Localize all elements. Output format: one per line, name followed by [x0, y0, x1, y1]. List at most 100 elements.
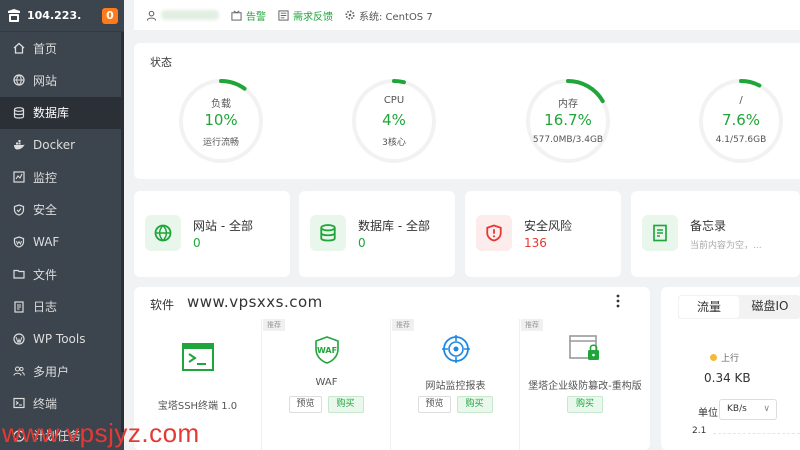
top-bar: 告警 需求反馈 系统: CentOS 7: [134, 0, 800, 30]
sidebar-item-1[interactable]: 网站: [0, 64, 124, 96]
gauge-value: 16.7%: [544, 111, 592, 129]
username-redacted: [161, 10, 219, 20]
software-title: 软件: [150, 298, 175, 312]
buy-button[interactable]: 购买: [456, 396, 493, 413]
gauge-value: 4%: [382, 111, 406, 129]
database-icon: [13, 106, 25, 119]
status-gauge-1[interactable]: CPU 4% 3核心: [349, 76, 439, 166]
recommend-tag: 推荐: [521, 319, 543, 331]
tab-traffic[interactable]: 流量: [679, 296, 739, 318]
upload-legend: 上行: [710, 351, 739, 364]
summary-card-3[interactable]: 备忘录 当前内容为空，...: [631, 191, 800, 277]
waf-icon: WAF: [263, 335, 390, 365]
user-icon: [146, 10, 157, 21]
tamper-proof-icon: [521, 335, 649, 363]
docker-icon: [13, 139, 25, 151]
software-name: 堡塔企业级防篡改-重构版: [528, 381, 642, 392]
software-watermark: www.vpsxxs.com: [187, 293, 323, 311]
recommend-tag: 推荐: [263, 319, 285, 331]
buy-button[interactable]: 购买: [566, 396, 603, 413]
sidebar-item-label: 终端: [33, 396, 58, 411]
alert-label: 告警: [246, 11, 266, 23]
card-value: 0: [358, 236, 366, 250]
status-panel: 状态 负载 10% 运行流畅 CPU 4% 3核心 内存 16.7% 577.0…: [134, 43, 800, 179]
feedback-icon: [278, 9, 289, 21]
home-icon: [13, 42, 25, 54]
sidebar-item-10[interactable]: 多用户: [0, 355, 124, 387]
sidebar-menu: 首页 网站 数据库 Docker 监控 安全 WAF 文件 日志 WP Tools 多用户 终端 计划任…: [0, 32, 124, 450]
sidebar-item-label: Docker: [33, 138, 76, 153]
sidebar: 104.223. 0 首页网站数据库 Docker 监控安全 WAF 文件日志 WP To…: [0, 0, 124, 450]
software-name: 宝塔SSH终端 1.0: [157, 401, 238, 412]
wordpress-icon: [13, 333, 25, 345]
sidebar-header: 104.223. 0: [0, 0, 124, 32]
sidebar-item-2[interactable]: 数据库: [0, 96, 124, 129]
more-menu-icon[interactable]: [616, 294, 620, 308]
feedback-label: 需求反馈: [293, 11, 333, 23]
user-info[interactable]: [146, 10, 219, 21]
software-actions: 预览 购买: [392, 396, 519, 413]
card-title: 备忘录: [690, 219, 727, 233]
sidebar-item-label: 网站: [33, 73, 58, 88]
status-gauge-0[interactable]: 负载 10% 运行流畅: [176, 76, 266, 166]
sidebar-item-8[interactable]: 日志: [0, 290, 124, 322]
database-icon: [310, 215, 346, 251]
feedback-link[interactable]: 需求反馈: [278, 8, 333, 23]
status-gauge-2[interactable]: 内存 16.7% 577.0MB/3.4GB: [523, 76, 613, 166]
sidebar-item-4[interactable]: 监控: [0, 161, 124, 193]
shield-icon: [13, 203, 25, 216]
upload-value: 0.34 KB: [704, 371, 751, 385]
sidebar-item-9[interactable]: WP Tools: [0, 323, 124, 355]
upload-label: 上行: [721, 354, 740, 364]
gauge-sub: 运行流畅: [202, 138, 239, 148]
chevron-down-icon: ∨: [763, 404, 770, 414]
preview-button[interactable]: 预览: [289, 396, 322, 413]
unit-select[interactable]: KB/s ∨: [719, 399, 777, 420]
shield-alert-icon: [476, 215, 512, 251]
sidebar-item-3[interactable]: Docker: [0, 129, 124, 161]
gauge-sub: 577.0MB/3.4GB: [532, 135, 604, 145]
software-item-2[interactable]: 推荐网站监控报表预览 购买: [392, 319, 520, 450]
summary-card-0[interactable]: 网站 - 全部 0: [134, 191, 290, 277]
software-actions: 预览 购买: [263, 396, 390, 413]
system-info: 系统: CentOS 7: [345, 8, 433, 23]
summary-card-2[interactable]: 安全风险 136: [465, 191, 621, 277]
tab-disk-io[interactable]: 磁盘IO: [740, 295, 800, 319]
gauge-value: 10%: [204, 111, 238, 129]
traffic-tabs: 流量 磁盘IO: [678, 295, 800, 319]
status-gauge-3[interactable]: / 7.6% 4.1/57.6GB: [696, 76, 786, 166]
chart-gridline: [713, 433, 800, 434]
buy-button[interactable]: 购买: [327, 396, 364, 413]
sidebar-item-label: 监控: [33, 170, 58, 185]
preview-button[interactable]: 预览: [418, 396, 451, 413]
bt-logo-icon: [8, 8, 20, 22]
sidebar-item-11[interactable]: 终端: [0, 387, 124, 419]
sidebar-item-6[interactable]: WAF: [0, 226, 124, 258]
monitor-icon: [13, 171, 25, 183]
recommend-tag: 推荐: [392, 319, 414, 331]
software-item-1[interactable]: 推荐 WAF WAF 预览 购买: [263, 319, 391, 450]
gauge-label: /: [739, 95, 743, 106]
software-name: WAF: [315, 377, 338, 388]
sidebar-item-0[interactable]: 首页: [0, 32, 124, 64]
alert-link[interactable]: 告警: [231, 8, 266, 23]
sidebar-scrollbar[interactable]: [121, 32, 124, 432]
software-panel: 软件 www.vpsxxs.com 宝塔SSH终端 1.0 推荐 WAF WAF 预览购…: [134, 287, 650, 450]
gauge-label: CPU: [383, 95, 405, 106]
ssh-terminal-icon: [134, 343, 261, 371]
card-title: 数据库 - 全部: [358, 219, 430, 233]
software-item-3[interactable]: 推荐堡塔企业级防篡改-重构版购买: [521, 319, 649, 450]
sidebar-item-5[interactable]: 安全: [0, 193, 124, 225]
sidebar-item-label: 数据库: [33, 106, 70, 121]
sidebar-item-label: 首页: [33, 41, 58, 56]
gauge-label: 内存: [558, 99, 578, 110]
sidebar-item-7[interactable]: 文件: [0, 258, 124, 290]
sidebar-item-label: WP Tools: [33, 331, 86, 346]
software-name: 网站监控报表: [425, 381, 486, 392]
unit-select-value: KB/s: [727, 404, 747, 414]
terminal-icon: [13, 397, 25, 409]
summary-card-1[interactable]: 数据库 - 全部 0: [299, 191, 455, 277]
sidebar-item-label: 文件: [33, 267, 58, 282]
notice-count-badge[interactable]: 0: [102, 7, 118, 24]
svg-text:WAF: WAF: [316, 346, 336, 355]
